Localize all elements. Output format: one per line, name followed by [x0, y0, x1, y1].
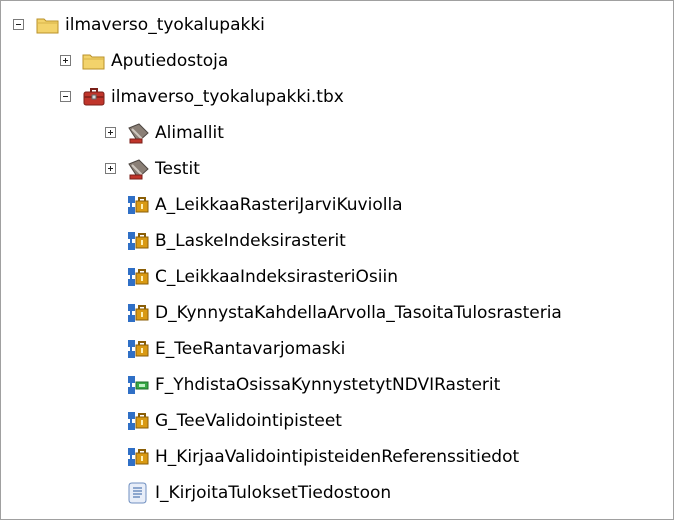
tree-node-model-tool[interactable]: G_TeeValidointipisteet	[1, 403, 673, 439]
tree-node-label: B_LaskeIndeksirasterit	[155, 231, 346, 251]
collapse-toggle[interactable]	[13, 19, 24, 30]
tree-node-label: G_TeeValidointipisteet	[155, 411, 342, 431]
model-tool-icon-green	[128, 376, 149, 394]
toolset-icon	[128, 123, 149, 144]
tree-node-label: C_LeikkaaIndeksirasteriOsiin	[155, 267, 398, 287]
tree-node-label: ilmaverso_tyokalupakki.tbx	[111, 87, 344, 107]
tree-node-label: H_KirjaaValidointipisteidenReferenssitie…	[155, 447, 520, 467]
tree-node-model-tool[interactable]: D_KynnystaKahdellaArvolla_TasoitaTulosra…	[1, 295, 673, 331]
tree-node-aputiedostoja[interactable]: Aputiedostoja	[1, 43, 673, 79]
folder-icon	[36, 18, 59, 34]
toolbox-icon	[83, 88, 105, 106]
model-tool-icon	[128, 412, 149, 430]
tree-node-script-tool[interactable]: I_KirjoitaTuloksetTiedostoon	[1, 475, 673, 511]
tree-node-label: D_KynnystaKahdellaArvolla_TasoitaTulosra…	[155, 303, 562, 323]
model-tool-icon	[128, 448, 149, 466]
model-tool-icon	[128, 340, 149, 358]
model-tool-icon	[128, 268, 149, 286]
tree-node-model-tool[interactable]: B_LaskeIndeksirasterit	[1, 223, 673, 259]
tree-node-model-tool[interactable]: F_YhdistaOsissaKynnystetytNDVIRasterit	[1, 367, 673, 403]
model-tool-icon	[128, 196, 149, 214]
tree-node-label: I_KirjoitaTuloksetTiedostoon	[155, 483, 392, 503]
expand-toggle[interactable]	[105, 163, 116, 174]
model-tool-icon	[128, 232, 149, 250]
tree-node-label: Alimallit	[155, 123, 224, 143]
tree-node-testit[interactable]: Testit	[1, 151, 673, 187]
tree-node-toolbox[interactable]: ilmaverso_tyokalupakki.tbx	[1, 79, 673, 115]
toolset-icon	[128, 159, 149, 180]
tree-node-model-tool[interactable]: E_TeeRantavarjomaski	[1, 331, 673, 367]
tree-node-root[interactable]: ilmaverso_tyokalupakki	[1, 7, 673, 43]
catalog-tree-panel: ilmaverso_tyokalupakki Aputiedostoja ilm…	[0, 0, 674, 520]
tree-node-label: A_LeikkaaRasteriJarviKuviolla	[155, 195, 403, 215]
tree-node-model-tool[interactable]: A_LeikkaaRasteriJarviKuviolla	[1, 187, 673, 223]
folder-icon	[82, 54, 105, 70]
script-tool-icon	[128, 482, 147, 504]
tree-node-alimallit[interactable]: Alimallit	[1, 115, 673, 151]
model-tool-icon	[128, 304, 149, 322]
tree-node-label: Aputiedostoja	[111, 51, 229, 71]
tree-node-model-tool[interactable]: C_LeikkaaIndeksirasteriOsiin	[1, 259, 673, 295]
tree-node-label: Testit	[155, 159, 200, 179]
collapse-toggle[interactable]	[60, 91, 71, 102]
expand-toggle[interactable]	[105, 127, 116, 138]
tree-node-label: F_YhdistaOsissaKynnystetytNDVIRasterit	[155, 375, 501, 395]
tree-node-label: E_TeeRantavarjomaski	[155, 339, 346, 359]
expand-toggle[interactable]	[60, 55, 71, 66]
tree-node-model-tool[interactable]: H_KirjaaValidointipisteidenReferenssitie…	[1, 439, 673, 475]
tree-node-label: ilmaverso_tyokalupakki	[65, 15, 265, 35]
